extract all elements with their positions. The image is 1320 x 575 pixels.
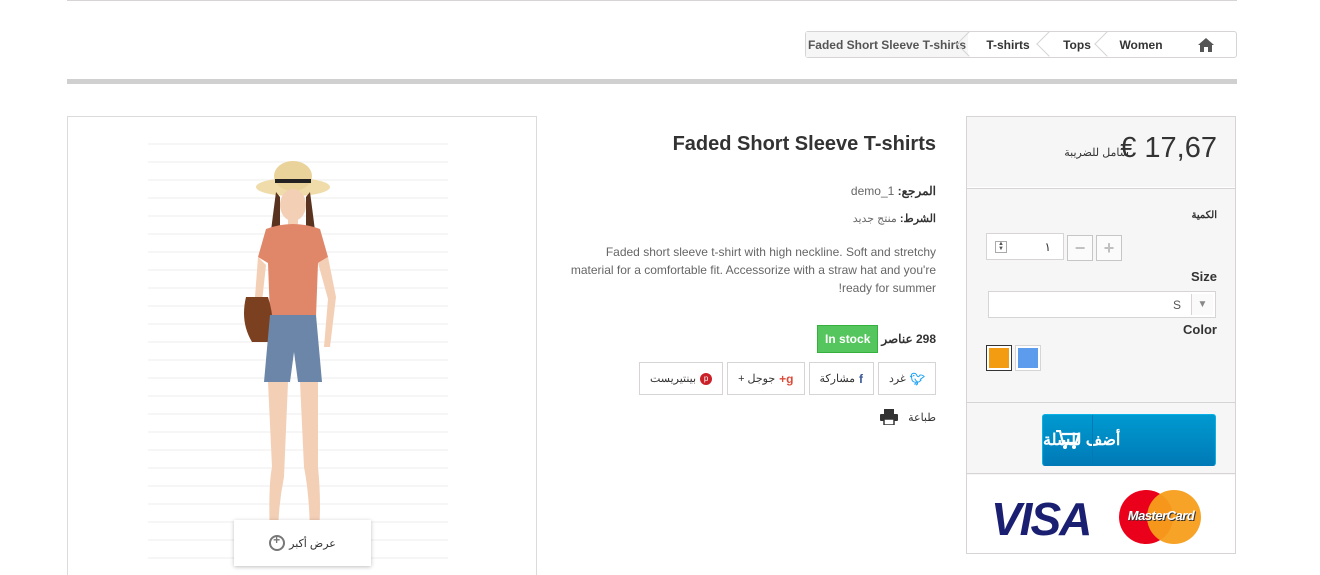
product-price: € 17,67 [1120, 132, 1217, 164]
view-larger-label: عرض أكبر [289, 537, 336, 550]
breadcrumb-current: Faded Short Sleeve T-shirts [806, 32, 968, 57]
google-plus-button[interactable]: g+ جوجل + [727, 362, 805, 395]
tweet-button[interactable]: 🐦︎ غرد [878, 362, 936, 395]
share-label: مشاركة [819, 373, 856, 385]
tweet-label: غرد [889, 373, 906, 385]
mastercard-text: MasterCard [1127, 508, 1195, 523]
product-page: Women Tops T-shirts Faded Short Sleeve T… [0, 0, 1320, 575]
cart-area: أضف للسلة [967, 404, 1235, 474]
reference-label: المرجع: [897, 184, 936, 198]
color-swatch-orange[interactable] [986, 345, 1012, 371]
swatch-fill [1018, 348, 1038, 368]
home-icon [1198, 37, 1214, 52]
stock-info: 298 عناصر In stock [817, 325, 936, 353]
stock-quantity-value: 298 [915, 332, 936, 346]
condition-value: منتج جديد [852, 213, 897, 225]
breadcrumb-label: Women [1119, 37, 1163, 52]
google-plus-icon: g+ [779, 371, 794, 386]
quantity-decrease-button[interactable]: − [1067, 235, 1093, 261]
add-to-cart-button[interactable]: أضف للسلة [1042, 414, 1216, 466]
quantity-input[interactable]: ▲ ▼ ١ [986, 233, 1064, 260]
zoom-in-icon [269, 533, 286, 551]
top-divider [67, 0, 1237, 1]
color-swatch-blue[interactable] [1015, 345, 1041, 371]
quantity-label: الكمية [1191, 210, 1217, 221]
size-value: S [1172, 298, 1181, 312]
product-title: Faded Short Sleeve T-shirts [672, 133, 936, 155]
stock-status-badge: In stock [817, 325, 879, 353]
condition-label: الشرط: [899, 213, 936, 225]
size-label: Size [1190, 269, 1217, 284]
pinterest-button[interactable]: p بينتيريست [638, 362, 724, 395]
social-sharing: 🐦︎ غرد f مشاركة g+ جوجل + p بينتيريست [638, 362, 936, 395]
quantity-increase-button[interactable]: + [1096, 235, 1122, 261]
print-label: طباعة [908, 411, 936, 424]
header-divider [67, 79, 1237, 84]
price-area: € 17,67 شامل للضريبة [967, 117, 1235, 189]
swatch-fill [989, 348, 1009, 368]
cart-icon [1043, 415, 1093, 465]
product-reference: المرجع: demo_1 [851, 184, 936, 198]
stock-quantity: 298 عناصر [881, 332, 936, 346]
print-link[interactable]: طباعة [880, 409, 936, 426]
pinterest-label: بينتيريست [649, 373, 697, 385]
breadcrumb-home[interactable] [1176, 32, 1236, 57]
product-options: الكمية ▲ ▼ ١ − + Size S ▼ Color [967, 190, 1235, 403]
chevron-down-icon: ▼ [1191, 294, 1213, 315]
quantity-value: ١ [1044, 239, 1051, 254]
view-larger-button[interactable]: عرض أكبر [234, 520, 371, 566]
color-label: Color [1183, 322, 1217, 337]
twitter-icon: 🐦︎ [909, 371, 925, 386]
stock-unit: عناصر [881, 332, 913, 346]
breadcrumb: Women Tops T-shirts Faded Short Sleeve T… [805, 31, 1237, 58]
product-image [244, 161, 336, 549]
quantity-spinner-icon[interactable]: ▲ ▼ [995, 241, 1007, 253]
print-icon [880, 409, 899, 426]
visa-logo: VISA [991, 493, 1092, 545]
pinterest-icon: p [700, 372, 713, 385]
product-image-container[interactable]: عرض أكبر [67, 116, 537, 575]
product-description: Faded short sleeve t-shirt with high nec… [570, 245, 936, 295]
facebook-share-button[interactable]: f مشاركة [808, 362, 875, 395]
payment-logos: VISA MasterCard [967, 475, 1235, 553]
mastercard-logo: MasterCard [1119, 490, 1201, 544]
facebook-icon: f [859, 371, 864, 386]
breadcrumb-label: T-shirts [986, 37, 1030, 52]
size-select[interactable]: S ▼ [988, 291, 1216, 318]
product-condition: الشرط: منتج جديد [853, 212, 936, 225]
google-label: جوجل + [738, 373, 776, 385]
breadcrumb-label: Tops [1063, 37, 1091, 52]
tax-label: شامل للضريبة [1064, 147, 1129, 159]
buy-box: € 17,67 شامل للضريبة الكمية ▲ ▼ ١ − + Siz… [966, 116, 1236, 554]
breadcrumb-women[interactable]: Women [1094, 31, 1176, 57]
reference-value: demo_1 [850, 184, 895, 198]
